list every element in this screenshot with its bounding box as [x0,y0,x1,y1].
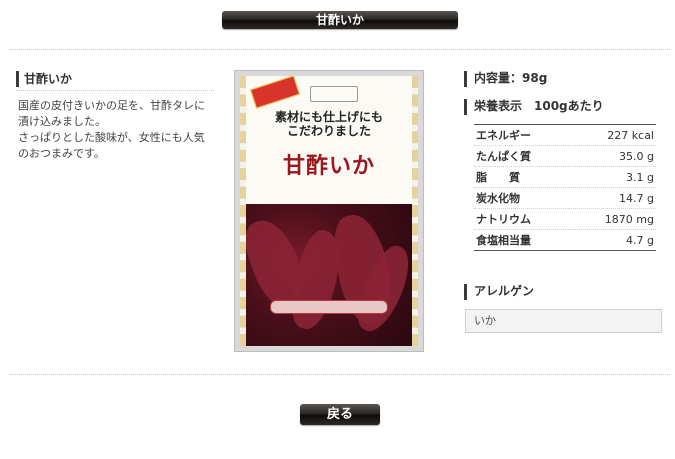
heading-bar [464,99,467,115]
nutrition-value: 1870 mg [568,208,656,230]
nutrition-label: ナトリウム [474,208,568,230]
heading-bar [464,71,467,87]
table-row: 食塩相当量 4.7 g [474,229,656,251]
product-name-heading: 甘酢いか [16,70,214,88]
nutrition-label: 炭水化物 [474,187,568,209]
table-row: 脂 質 3.1 g [474,166,656,188]
table-row: たんぱく質 35.0 g [474,145,656,167]
product-package: 素材にも仕上げにも こだわりました 甘酢いか [240,76,418,346]
allergen-value: いか [465,309,662,333]
allergen-heading-text: アレルゲン [474,284,535,298]
heading-bar [464,284,467,300]
nutrition-label: 脂 質 [474,166,568,188]
nutrition-label: エネルギー [474,124,568,146]
table-row: 炭水化物 14.7 g [474,187,656,209]
description-line: さっぱりとした酸味が、女性にも人気のおつまみです。 [18,131,205,160]
divider-bottom [10,374,670,375]
nutrition-value: 3.1 g [568,166,656,188]
heading-underline [16,90,214,91]
nutrition-value: 4.7 g [568,229,656,251]
product-description: 国産の皮付きいかの足を、甘酢タレに漬け込みました。 さっぱりとした酸味が、女性に… [18,98,214,162]
divider-top [10,49,670,50]
heading-bar [16,71,19,87]
table-row: ナトリウム 1870 mg [474,208,656,230]
product-image: 素材にも仕上げにも こだわりました 甘酢いか [234,70,424,352]
product-name: 甘酢いか [24,72,73,86]
package-squid-photo [246,204,412,346]
package-tagline-2: こだわりました [286,124,371,138]
page-title: 甘酢いか [222,11,458,29]
package-strip [270,300,388,314]
nutrition-value: 14.7 g [568,187,656,209]
package-logo [310,86,358,102]
description-line: 国産の皮付きいかの足を、甘酢タレに漬け込みました。 [18,99,205,128]
package-title: 甘酢いか [282,154,375,179]
nutrition-table: エネルギー 227 kcal たんぱく質 35.0 g 脂 質 3.1 g 炭水… [474,124,656,251]
package-tagline-1: 素材にも仕上げにも [274,110,383,124]
allergen-heading: アレルゲン [464,282,664,300]
nutrition-label: たんぱく質 [474,145,568,167]
nutrition-heading: 栄養表示 100gあたり [464,97,664,115]
nutrition-value: 35.0 g [568,145,656,167]
back-button[interactable]: 戻る [300,404,380,425]
nutrition-heading-text: 栄養表示 100gあたり [474,99,604,113]
table-row: エネルギー 227 kcal [474,124,656,146]
package-tagline: 素材にも仕上げにも こだわりました [256,110,402,138]
content-amount-heading: 内容量：98g [464,69,664,87]
nutrition-label: 食塩相当量 [474,229,568,251]
nutrition-value: 227 kcal [568,124,656,146]
content-amount: 内容量：98g [474,71,548,85]
